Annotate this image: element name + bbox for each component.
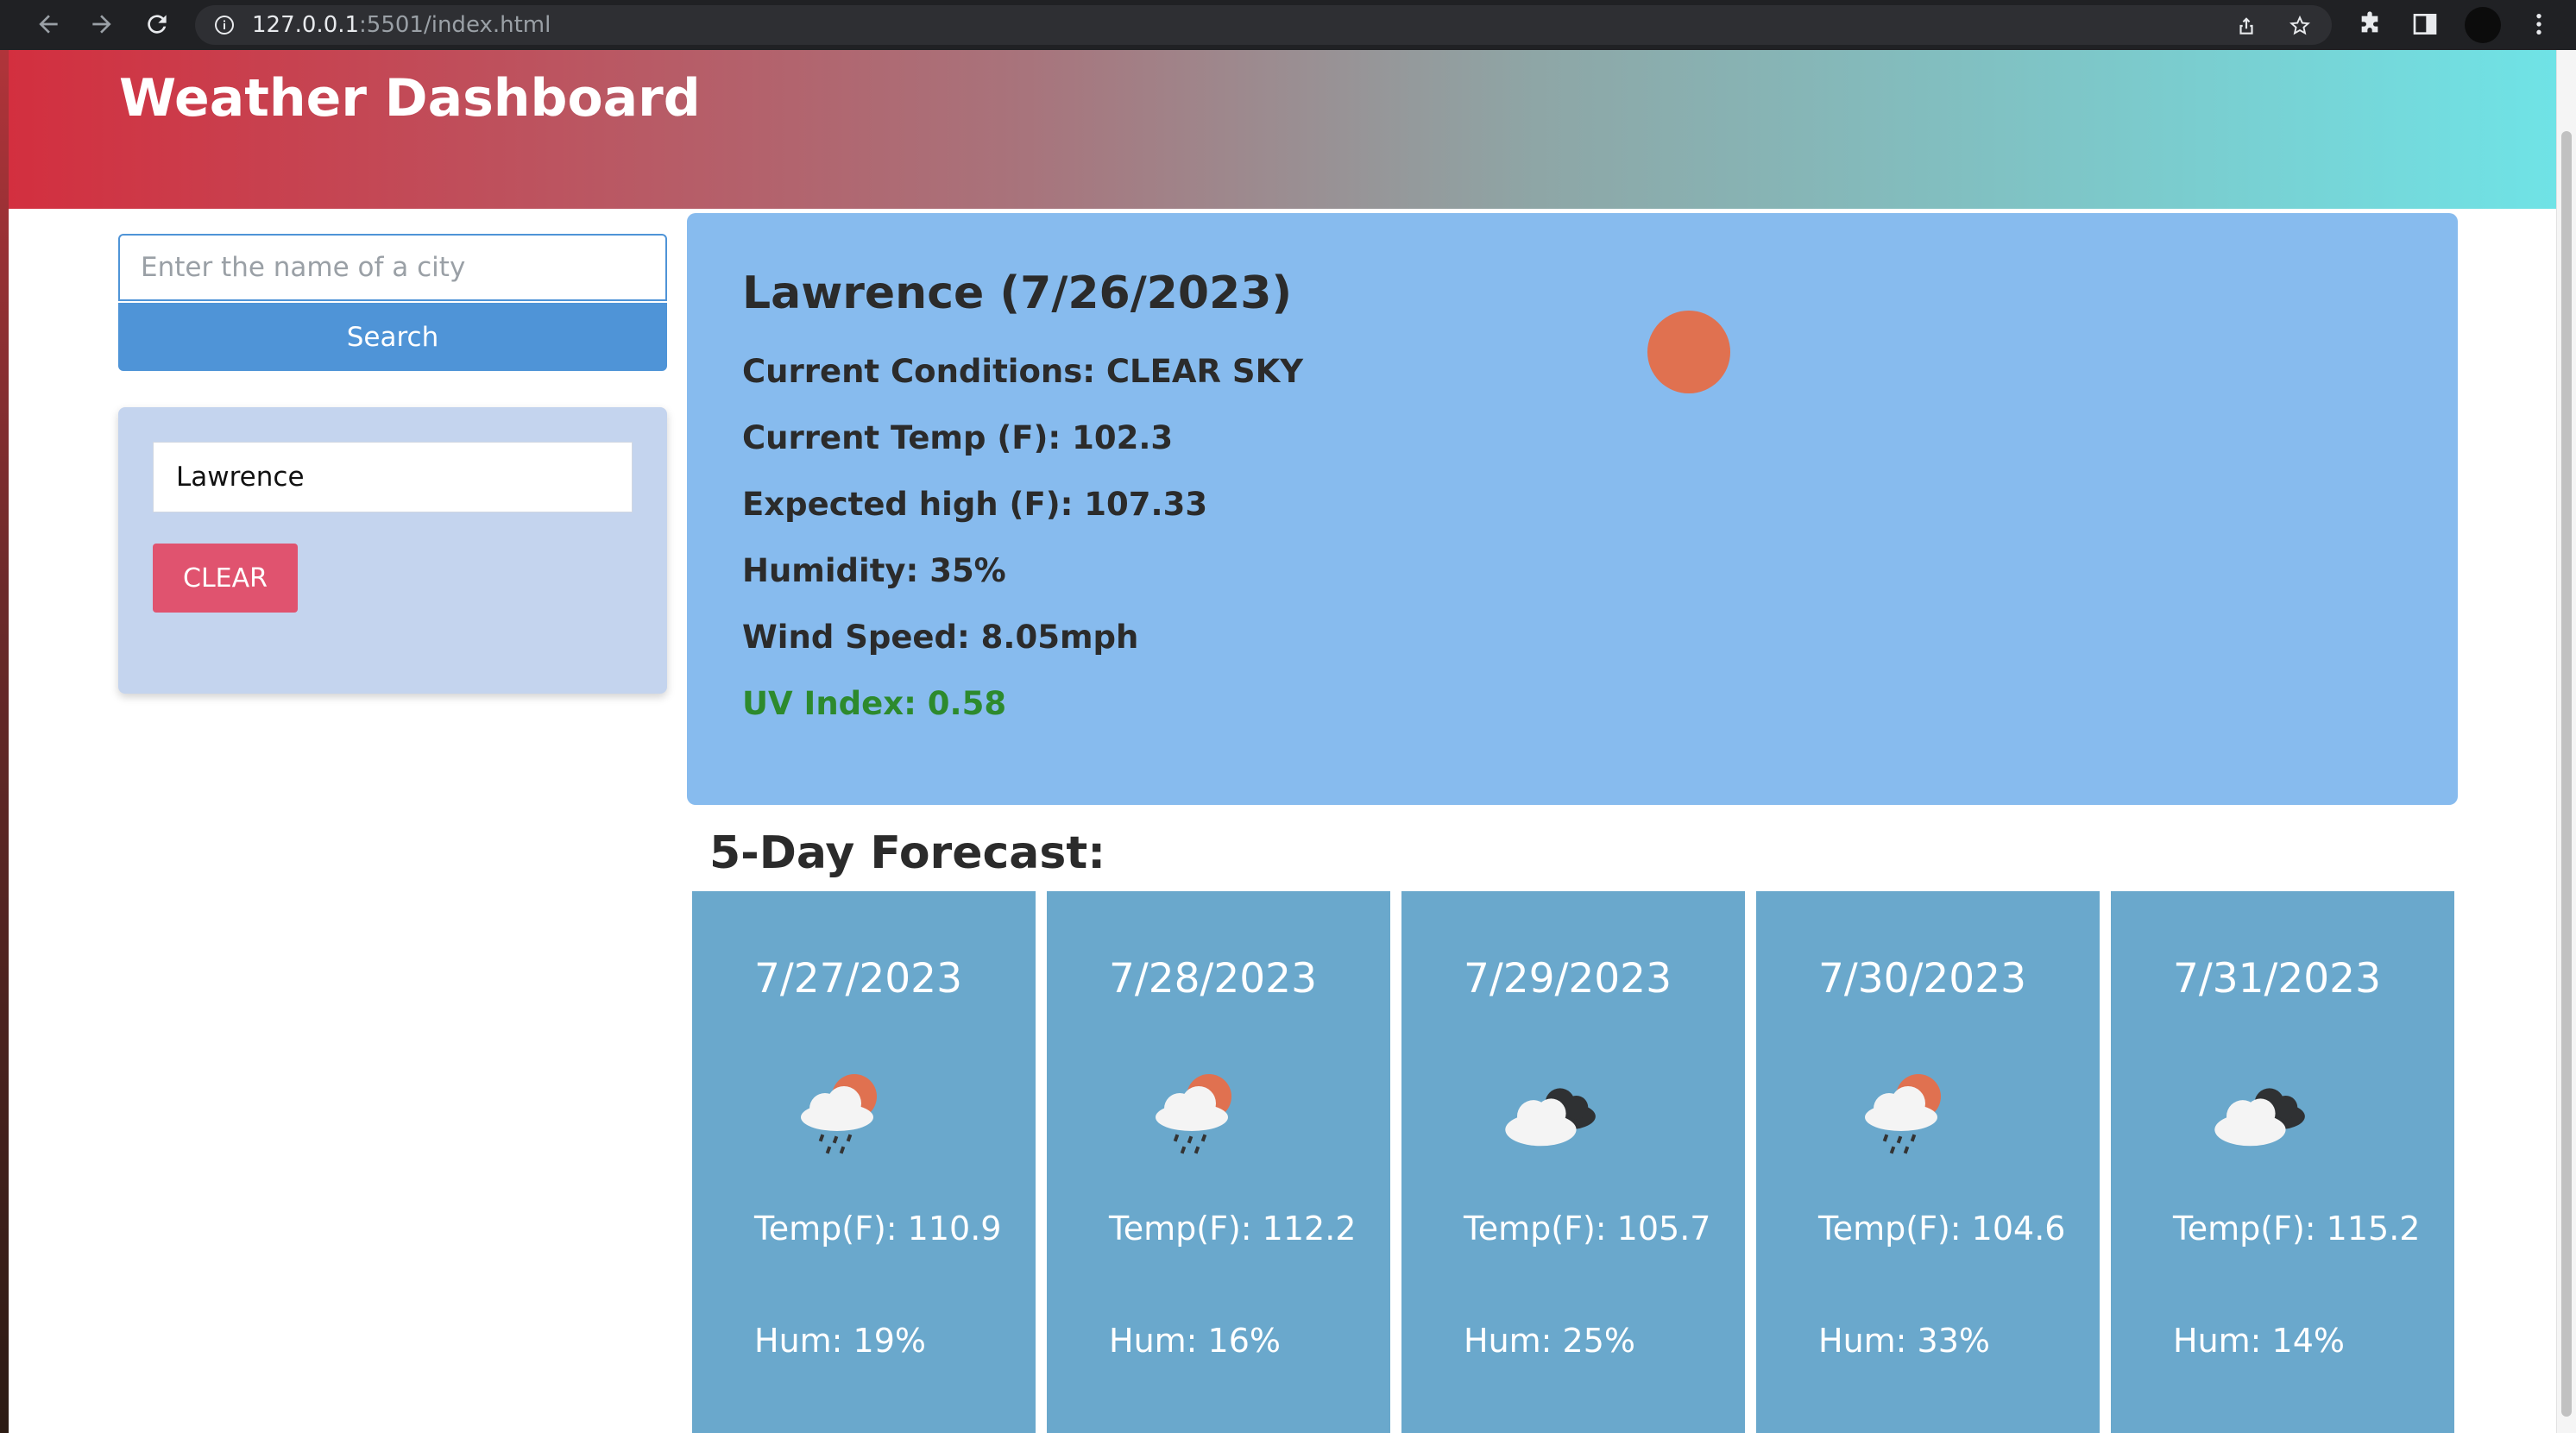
rain-cloud-sun-icon [1865, 1074, 1941, 1154]
forecast-card-day-1: 7/27/2023 Temp(F): 110.9 Hum: 19% [692, 891, 1036, 1433]
forecast-temp: Temp(F): 115.2 [2173, 1210, 2421, 1248]
page-header: Weather Dashboard [9, 50, 2556, 209]
clear-history-button[interactable]: CLEAR [153, 544, 298, 613]
forecast-temp: Temp(F): 105.7 [1464, 1210, 1711, 1248]
page-title: Weather Dashboard [119, 68, 701, 129]
url-path: :5501/index.html [359, 12, 551, 38]
forecast-temp: Temp(F): 104.6 [1818, 1210, 2066, 1248]
forecast-humidity: Hum: 19% [754, 1322, 927, 1360]
browser-toolbar: 127.0.0.1:5501/index.html [0, 0, 2576, 50]
current-wind-speed: Wind Speed: 8.05mph [742, 619, 1139, 656]
share-icon[interactable] [2235, 15, 2258, 37]
profile-avatar[interactable] [2465, 7, 2501, 43]
current-weather-card: Lawrence (7/26/2023) Current Conditions:… [687, 213, 2458, 805]
forecast-date: 7/28/2023 [1109, 955, 1317, 1002]
bookmark-star-icon[interactable] [2289, 15, 2311, 37]
forward-button[interactable] [85, 7, 119, 41]
search-history-panel: Lawrence CLEAR [118, 407, 667, 694]
city-search-input[interactable] [118, 234, 667, 301]
expected-high: Expected high (F): 107.33 [742, 486, 1208, 523]
forecast-date: 7/27/2023 [754, 955, 962, 1002]
current-temp: Current Temp (F): 102.3 [742, 419, 1174, 456]
scrollbar-thumb[interactable] [2561, 131, 2572, 1417]
forecast-card-day-3: 7/29/2023 Temp(F): 105.7 Hum: 25% [1401, 891, 1745, 1433]
arrow-left-icon [39, 15, 58, 34]
search-button[interactable]: Search [118, 303, 667, 371]
rain-cloud-sun-icon [801, 1074, 877, 1154]
web-page: Weather Dashboard Search Lawrence CLEAR … [9, 50, 2556, 1433]
side-panel-icon[interactable] [2411, 10, 2439, 38]
menu-kebab-icon[interactable] [2525, 10, 2553, 38]
arrow-right-icon [92, 15, 111, 34]
forecast-date: 7/29/2023 [1464, 955, 1672, 1002]
current-humidity: Humidity: 35% [742, 552, 1006, 589]
forecast-card-day-2: 7/28/2023 Temp(F): 112.2 Hum: 16% [1047, 891, 1390, 1433]
forecast-humidity: Hum: 16% [1109, 1322, 1282, 1360]
forecast-date: 7/31/2023 [2173, 955, 2381, 1002]
desktop-wallpaper-edge [0, 50, 9, 1433]
forecast-humidity: Hum: 14% [2173, 1322, 2346, 1360]
forecast-temp: Temp(F): 110.9 [754, 1210, 1002, 1248]
current-city-title: Lawrence (7/26/2023) [742, 267, 1293, 319]
back-button[interactable] [31, 7, 66, 41]
reload-icon [148, 15, 167, 34]
current-conditions: Current Conditions: CLEAR SKY [742, 353, 1304, 390]
reload-button[interactable] [140, 7, 174, 41]
forecast-date: 7/30/2023 [1818, 955, 2026, 1002]
extensions-puzzle-icon[interactable] [2356, 10, 2384, 38]
address-bar[interactable]: 127.0.0.1:5501/index.html [195, 5, 2332, 45]
url-host: 127.0.0.1 [252, 12, 360, 38]
info-icon[interactable] [214, 15, 235, 35]
rain-cloud-sun-icon [1156, 1074, 1231, 1154]
clear-sky-sun-icon [1647, 310, 1731, 394]
forecast-temp: Temp(F): 112.2 [1109, 1210, 1357, 1248]
current-uv-index: UV Index: 0.58 [742, 685, 1007, 722]
forecast-card-day-5: 7/31/2023 Temp(F): 115.2 Hum: 14% [2111, 891, 2454, 1433]
forecast-card-day-4: 7/30/2023 Temp(F): 104.6 Hum: 33% [1756, 891, 2100, 1433]
history-item-lawrence[interactable]: Lawrence [153, 442, 633, 512]
forecast-title: 5-Day Forecast: [709, 827, 1105, 879]
broken-clouds-icon [1505, 1088, 1596, 1147]
broken-clouds-icon [2214, 1088, 2305, 1147]
forecast-humidity: Hum: 33% [1818, 1322, 1991, 1360]
url-text: 127.0.0.1:5501/index.html [252, 12, 551, 38]
forecast-humidity: Hum: 25% [1464, 1322, 1636, 1360]
